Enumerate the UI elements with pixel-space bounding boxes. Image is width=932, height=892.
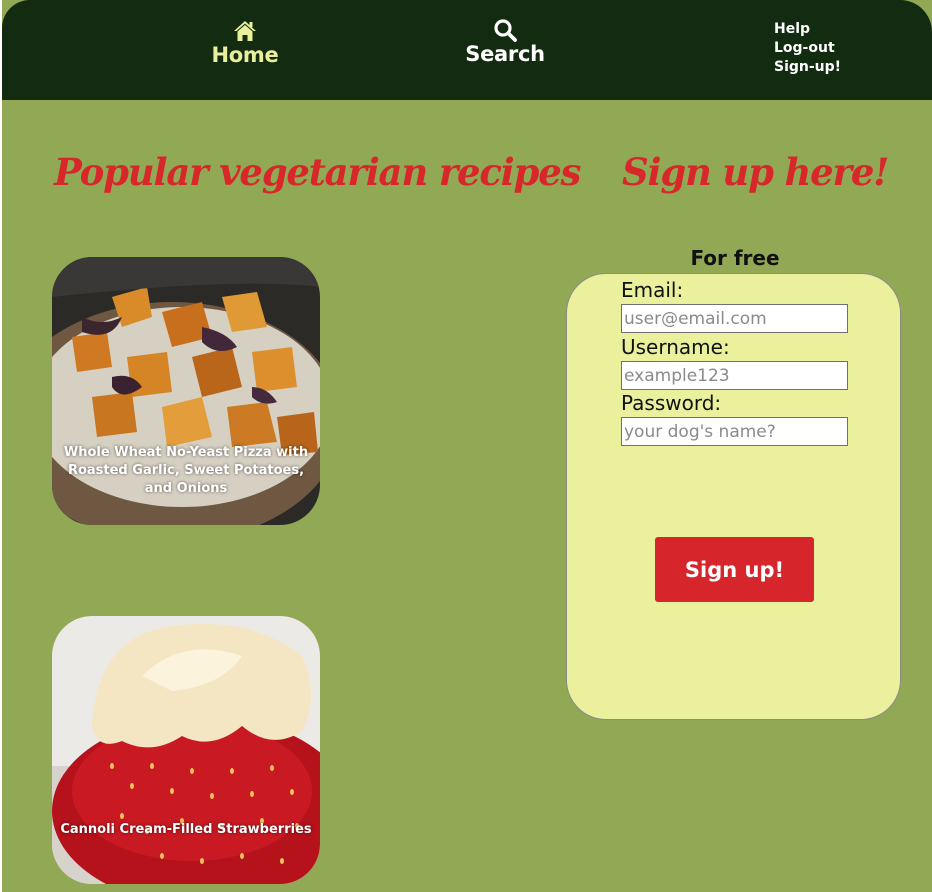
signup-subheading: For free [690, 246, 780, 270]
email-field[interactable] [621, 304, 848, 333]
signup-heading: Sign up here! [622, 150, 889, 194]
logout-link[interactable]: Log-out [774, 39, 841, 58]
recipe-title: Cannoli Cream-Filled Strawberries [60, 822, 312, 837]
recipe-card-strawberries[interactable]: Cannoli Cream-Filled Strawberries [52, 616, 320, 884]
password-field[interactable] [621, 417, 848, 446]
nav-search-label: Search [465, 42, 545, 66]
nav-search[interactable]: Search [456, 18, 554, 66]
email-label: Email: [621, 278, 684, 302]
page: Home Search Help Log-out Sign-up! Popula… [2, 0, 932, 892]
recipe-card-pizza[interactable]: Whole Wheat No-Yeast Pizza with Roasted … [52, 257, 320, 525]
signup-link[interactable]: Sign-up! [774, 58, 841, 77]
top-nav-bar: Home Search Help Log-out Sign-up! [2, 0, 932, 100]
home-icon [234, 21, 256, 41]
recipe-title: Whole Wheat No-Yeast Pizza with Roasted … [63, 445, 309, 496]
strawberry-image [52, 616, 320, 884]
password-label: Password: [621, 391, 722, 415]
help-link[interactable]: Help [774, 20, 841, 39]
recipes-heading: Popular vegetarian recipes [54, 150, 581, 194]
nav-home[interactable]: Home [192, 20, 298, 67]
nav-home-label: Home [211, 43, 279, 67]
username-field[interactable] [621, 361, 848, 390]
signup-button[interactable]: Sign up! [655, 537, 814, 602]
search-icon [494, 19, 517, 42]
signup-form: Email: Username: Password: Sign up! [566, 273, 901, 720]
account-links: Help Log-out Sign-up! [774, 20, 841, 77]
username-label: Username: [621, 335, 730, 359]
